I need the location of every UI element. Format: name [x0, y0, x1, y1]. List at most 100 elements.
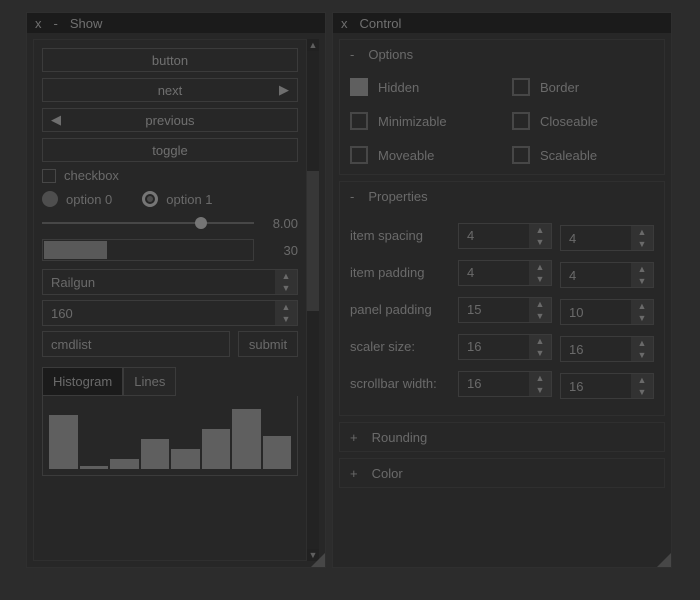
opt-border-label: Border	[540, 80, 579, 95]
spinner-value: 160	[43, 301, 275, 325]
scrollbar[interactable]: ▲ ▼	[307, 39, 319, 561]
opt-border-checkbox[interactable]	[512, 78, 530, 96]
options-header[interactable]: - Options	[340, 40, 652, 68]
properties-title: Properties	[368, 189, 427, 204]
number-spinner[interactable]: ▲▼	[275, 301, 297, 325]
chevron-up-icon[interactable]: ▲	[631, 263, 653, 275]
scrollbar-w-x[interactable]: 16▲▼	[458, 371, 552, 397]
resize-grip[interactable]	[657, 553, 671, 567]
chevron-up-icon[interactable]: ▲	[275, 301, 297, 313]
rounding-title: Rounding	[372, 430, 428, 445]
chevron-up-icon[interactable]: ▲	[529, 224, 551, 236]
cmd-input[interactable]: cmdlist	[42, 331, 230, 357]
chevron-down-icon[interactable]: ▼	[529, 236, 551, 248]
triangle-right-icon: ▶	[279, 82, 289, 98]
radio-option-1[interactable]	[142, 191, 158, 207]
chevron-down-icon[interactable]: ▼	[275, 282, 297, 294]
chevron-down-icon[interactable]: ▼	[529, 384, 551, 396]
color-title: Color	[372, 466, 403, 481]
chevron-up-icon[interactable]: ▲	[631, 226, 653, 238]
opt-minim-checkbox[interactable]	[350, 112, 368, 130]
chevron-down-icon[interactable]: ▼	[529, 310, 551, 322]
chevron-up-icon[interactable]: ▲	[631, 374, 653, 386]
scroll-up-icon[interactable]: ▲	[307, 39, 319, 51]
prop-label: item padding	[350, 265, 450, 280]
item-padding-y[interactable]: 4▲▼	[560, 262, 654, 288]
scaler-size-y[interactable]: 16▲▼	[560, 336, 654, 362]
show-title: Show	[70, 16, 103, 31]
slider[interactable]	[42, 215, 254, 231]
button-button[interactable]: button	[42, 48, 298, 72]
opt-minim-label: Minimizable	[378, 114, 447, 129]
toggle-button[interactable]: toggle	[42, 138, 298, 162]
chevron-down-icon[interactable]: ▼	[631, 275, 653, 287]
previous-button[interactable]: ◀previous	[42, 108, 298, 132]
item-spacing-y[interactable]: 4▲▼	[560, 225, 654, 251]
show-titlebar[interactable]: x - Show	[27, 13, 325, 33]
scaler-size-x[interactable]: 16▲▼	[458, 334, 552, 360]
progressbar[interactable]	[42, 239, 254, 261]
chevron-up-icon[interactable]: ▲	[529, 335, 551, 347]
section-options: - Options Hidden Border Minimizable Clos…	[339, 39, 665, 175]
close-icon[interactable]: x	[35, 16, 42, 31]
chevron-down-icon[interactable]: ▼	[631, 312, 653, 324]
section-color: + Color	[339, 458, 665, 488]
spinner-160[interactable]: 160 ▲▼	[42, 300, 298, 326]
chevron-down-icon[interactable]: ▼	[631, 386, 653, 398]
show-window: x - Show button next▶ ◀previous toggle c…	[26, 12, 326, 568]
opt-hidden-label: Hidden	[378, 80, 419, 95]
expand-icon: +	[350, 466, 358, 481]
opt-scale-label: Scaleable	[540, 148, 597, 163]
combo-railgun[interactable]: Railgun ▲▼	[42, 269, 298, 295]
slider-knob[interactable]	[195, 217, 207, 229]
submit-button[interactable]: submit	[238, 331, 298, 357]
chevron-down-icon[interactable]: ▼	[275, 313, 297, 325]
next-button[interactable]: next▶	[42, 78, 298, 102]
checkbox-label: checkbox	[64, 168, 119, 183]
show-content: button next▶ ◀previous toggle checkbox o…	[33, 39, 307, 561]
histogram-chart	[42, 396, 298, 476]
radio-option-0[interactable]	[42, 191, 58, 207]
control-titlebar[interactable]: x Control	[333, 13, 671, 33]
panel-padding-y[interactable]: 10▲▼	[560, 299, 654, 325]
chevron-down-icon[interactable]: ▼	[631, 238, 653, 250]
tab-histogram[interactable]: Histogram	[42, 367, 123, 396]
minimize-icon[interactable]: -	[54, 16, 58, 31]
chevron-up-icon[interactable]: ▲	[631, 337, 653, 349]
resize-grip[interactable]	[311, 553, 325, 567]
section-rounding: + Rounding	[339, 422, 665, 452]
properties-header[interactable]: - Properties	[340, 182, 652, 210]
combo-spinner[interactable]: ▲▼	[275, 270, 297, 294]
chevron-up-icon[interactable]: ▲	[631, 300, 653, 312]
item-padding-x[interactable]: 4▲▼	[458, 260, 552, 286]
triangle-left-icon: ◀	[51, 112, 61, 128]
chevron-up-icon[interactable]: ▲	[529, 298, 551, 310]
opt-scale-checkbox[interactable]	[512, 146, 530, 164]
control-window: x Control - Options Hidden Border Minimi…	[332, 12, 672, 568]
opt-close-label: Closeable	[540, 114, 598, 129]
chevron-up-icon[interactable]: ▲	[529, 261, 551, 273]
chevron-down-icon[interactable]: ▼	[529, 273, 551, 285]
chevron-down-icon[interactable]: ▼	[631, 349, 653, 361]
chevron-up-icon[interactable]: ▲	[275, 270, 297, 282]
expand-icon: +	[350, 430, 358, 445]
item-spacing-x[interactable]: 4▲▼	[458, 223, 552, 249]
chevron-down-icon[interactable]: ▼	[529, 347, 551, 359]
opt-move-checkbox[interactable]	[350, 146, 368, 164]
panel-padding-x[interactable]: 15▲▼	[458, 297, 552, 323]
radio-label-0: option 0	[66, 192, 112, 207]
opt-hidden-checkbox[interactable]	[350, 78, 368, 96]
tab-lines[interactable]: Lines	[123, 367, 176, 396]
slider-value: 8.00	[262, 216, 298, 231]
opt-close-checkbox[interactable]	[512, 112, 530, 130]
close-icon[interactable]: x	[341, 16, 348, 31]
prop-label: item spacing	[350, 228, 450, 243]
color-header[interactable]: + Color	[340, 459, 652, 487]
rounding-header[interactable]: + Rounding	[340, 423, 652, 451]
scrollbar-thumb[interactable]	[307, 171, 319, 311]
checkbox[interactable]	[42, 169, 56, 183]
scrollbar-w-y[interactable]: 16▲▼	[560, 373, 654, 399]
prop-label: scaler size:	[350, 339, 450, 354]
chevron-up-icon[interactable]: ▲	[529, 372, 551, 384]
chart-tabs: Histogram Lines	[42, 367, 298, 396]
